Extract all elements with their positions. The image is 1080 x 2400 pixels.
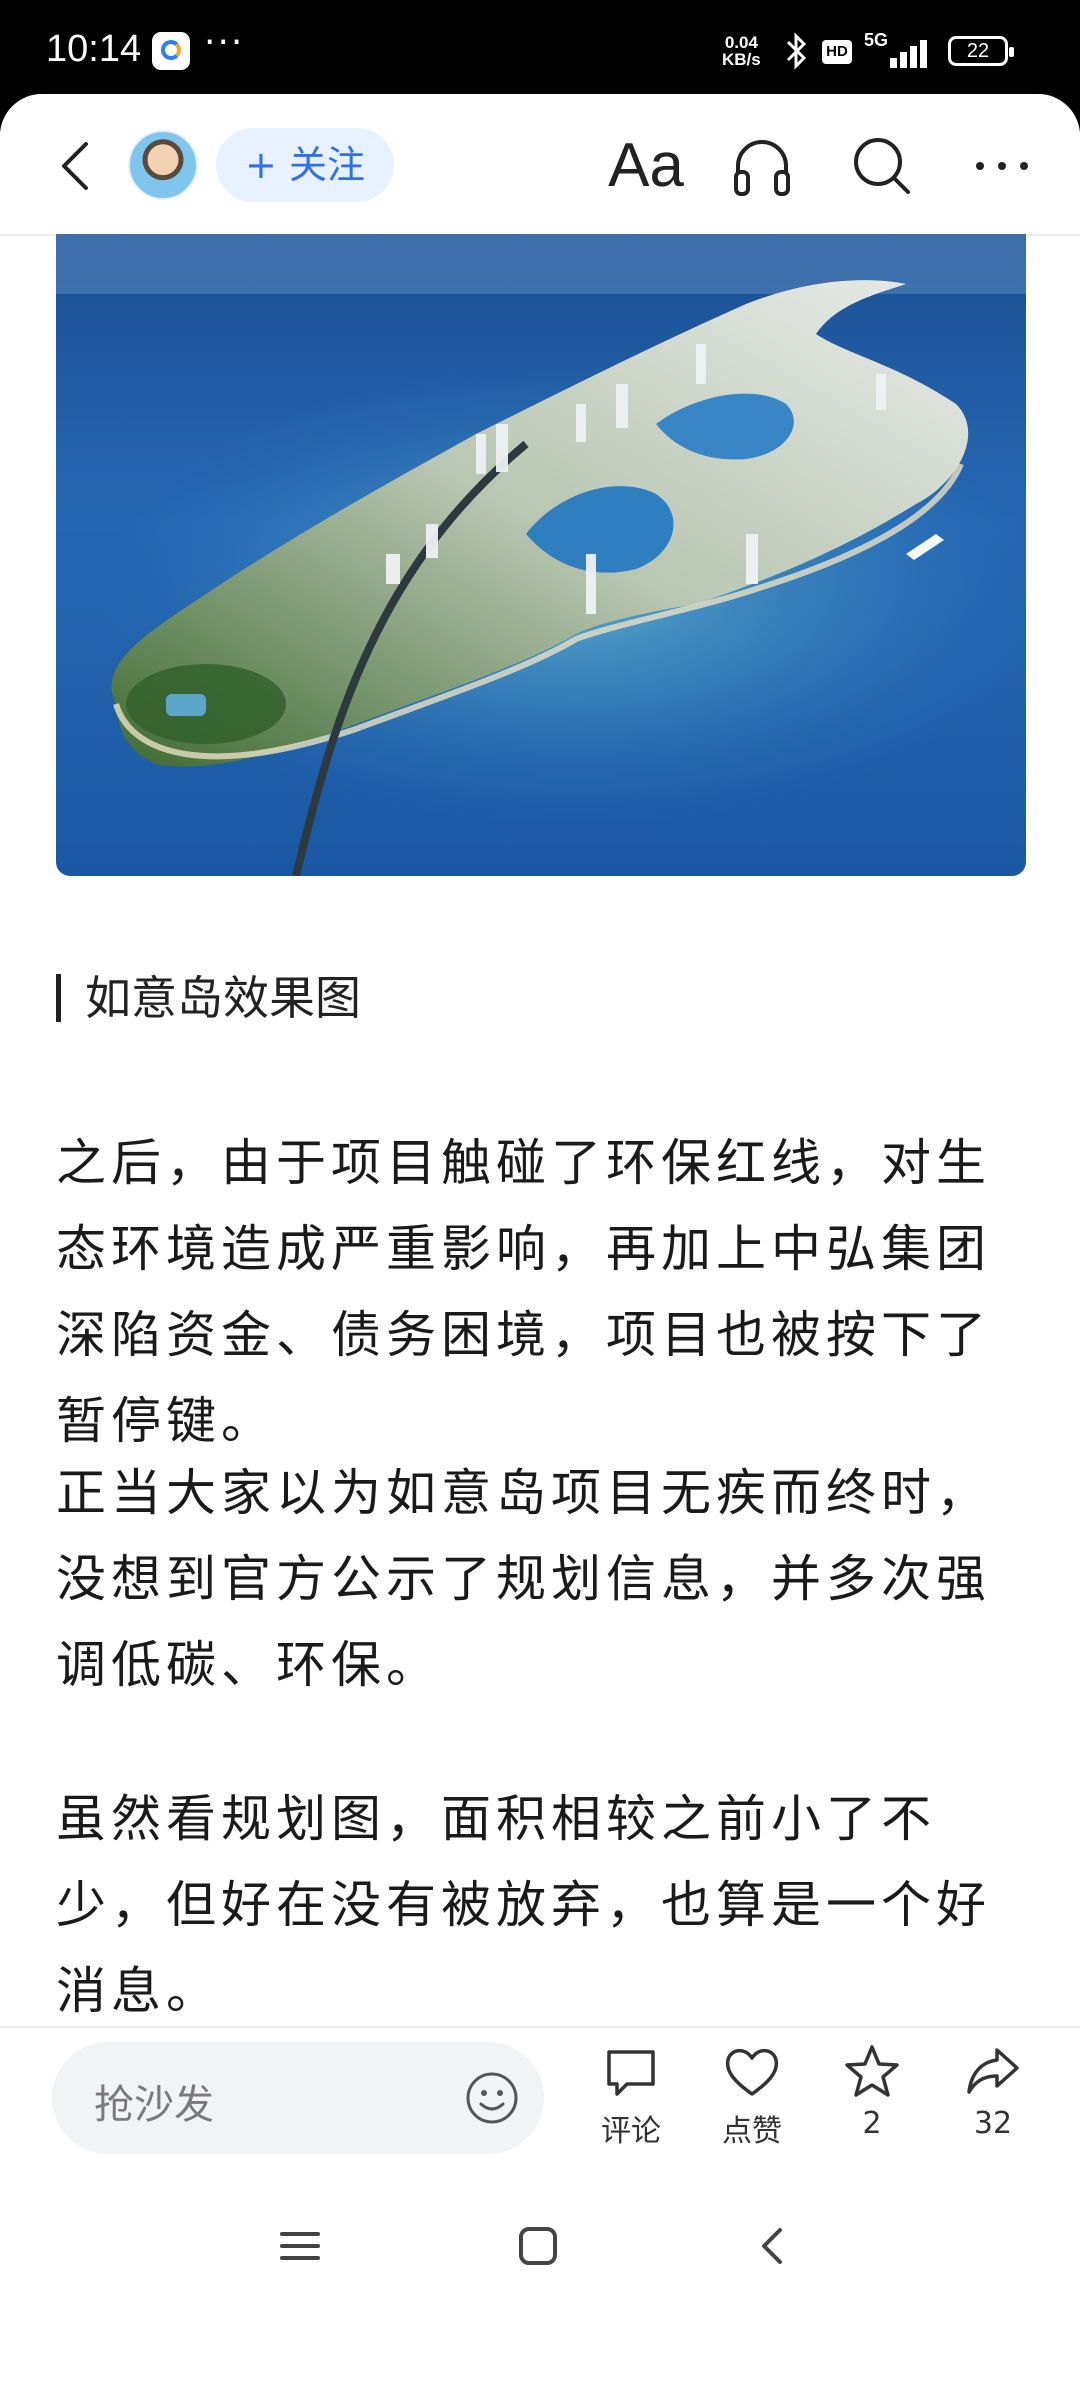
network-speed: 0.04 KB/s bbox=[722, 34, 761, 68]
back-nav-icon[interactable] bbox=[752, 2224, 796, 2268]
app-notification-icon bbox=[152, 32, 190, 70]
headphones-icon[interactable] bbox=[724, 128, 800, 204]
share-count: 32 bbox=[973, 2106, 1013, 2141]
like-button[interactable]: 点赞 bbox=[697, 2042, 807, 2172]
network-speed-value: 0.04 bbox=[724, 33, 758, 52]
signal-strength-icon bbox=[888, 36, 934, 68]
battery-level: 22 bbox=[966, 40, 990, 62]
network-type: 5G bbox=[864, 30, 889, 50]
status-time: 10:14 bbox=[46, 28, 142, 70]
favorite-count: 2 bbox=[862, 2106, 882, 2141]
like-label: 点赞 bbox=[722, 2114, 782, 2149]
bluetooth-icon bbox=[786, 32, 807, 70]
more-icon[interactable] bbox=[964, 128, 1040, 204]
comment-placeholder: 抢沙发 bbox=[94, 2082, 214, 2128]
follow-button[interactable]: + 关注 bbox=[216, 128, 394, 202]
network-speed-unit: KB/s bbox=[722, 50, 761, 69]
bottom-action-bar: 抢沙发 评论 点赞 2 32 bbox=[0, 2026, 1080, 2192]
comment-button[interactable]: 评论 bbox=[576, 2042, 686, 2172]
back-icon[interactable] bbox=[48, 136, 108, 196]
home-icon[interactable] bbox=[516, 2224, 560, 2268]
island-rendering-image[interactable] bbox=[56, 234, 1026, 876]
article-paragraph: 正当大家以为如意岛项目无疾而终时，没想到官方公示了规划信息，并多次强调低碳、环保… bbox=[56, 1464, 991, 1694]
comment-input[interactable]: 抢沙发 bbox=[52, 2042, 544, 2154]
comment-label: 评论 bbox=[601, 2114, 661, 2149]
star-icon bbox=[845, 2045, 899, 2097]
battery-icon: 22 bbox=[948, 36, 1014, 66]
emoji-icon[interactable] bbox=[464, 2070, 520, 2126]
search-icon[interactable] bbox=[844, 128, 920, 204]
top-navigation-bar: + 关注 Aa bbox=[0, 94, 1080, 236]
system-navigation-bar bbox=[0, 2190, 1080, 2306]
heart-icon bbox=[725, 2048, 779, 2096]
favorite-button[interactable]: 2 bbox=[817, 2042, 927, 2172]
article-paragraph: 之后，由于项目触碰了环保红线，对生态环境造成严重影响，再加上中弘集团深陷资金、债… bbox=[56, 1134, 991, 1450]
status-bar: 10:14 ··· 0.04 KB/s HD 5G 22 bbox=[0, 0, 1080, 100]
menu-icon[interactable] bbox=[278, 2224, 322, 2268]
share-button[interactable]: 32 bbox=[938, 2042, 1048, 2172]
image-caption: 如意岛效果图 bbox=[56, 974, 361, 1022]
font-size-icon[interactable]: Aa bbox=[608, 128, 684, 204]
comment-icon bbox=[607, 2050, 655, 2096]
author-avatar[interactable] bbox=[128, 130, 198, 200]
share-icon bbox=[967, 2048, 1019, 2094]
hd-voice-badge: HD bbox=[822, 40, 852, 64]
more-notifications-indicator: ··· bbox=[204, 22, 245, 63]
article-paragraph: 虽然看规划图，面积相较之前小了不少，但好在没有被放弃，也算是一个好消息。 bbox=[56, 1790, 991, 2020]
